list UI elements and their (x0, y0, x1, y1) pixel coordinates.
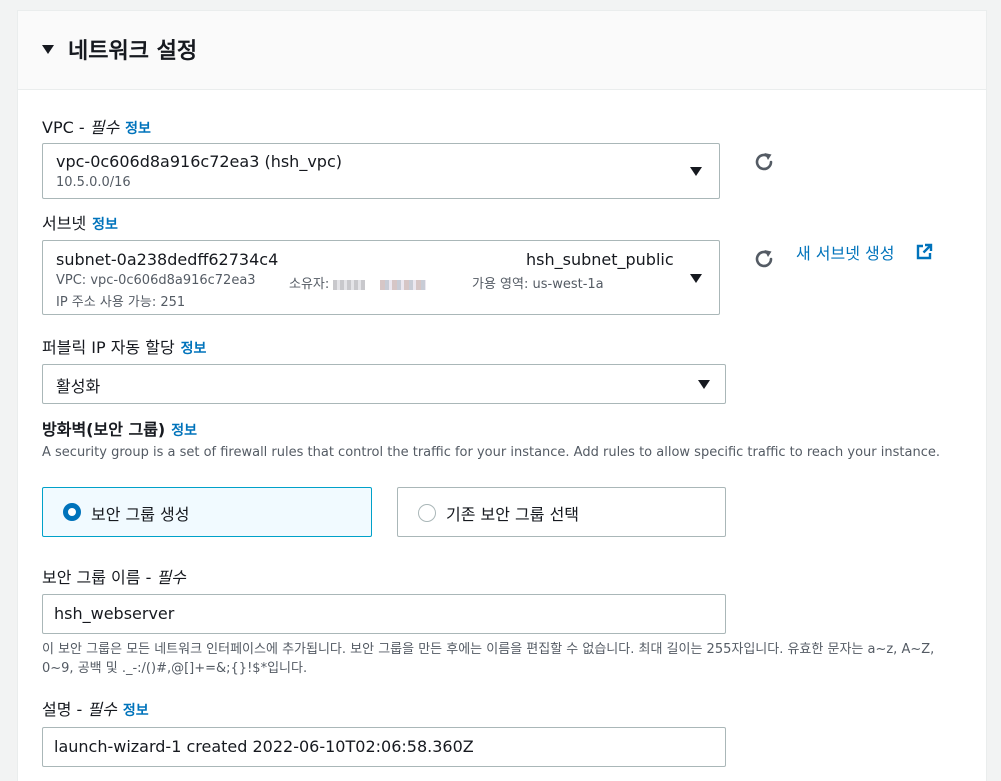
create-subnet-label: 새 서브넷 생성 (796, 244, 895, 263)
sg-name-input[interactable]: hsh_webserver (42, 594, 726, 634)
subnet-info-link[interactable]: 정보 (92, 217, 118, 233)
caret-down-icon (698, 380, 710, 389)
description-info-link[interactable]: 정보 (123, 703, 149, 719)
sg-name-label: 보안 그룹 이름 (42, 568, 141, 587)
radio-unselected-icon[interactable] (418, 504, 436, 522)
create-sg-label: 보안 그룹 생성 (91, 505, 190, 524)
vpc-cidr: 10.5.0.0/16 (56, 175, 131, 190)
public-ip-label-row: 퍼블릭 IP 자동 할당 정보 (42, 334, 206, 358)
vpc-selected: vpc-0c606d8a916c72ea3 (hsh_vpc) (56, 152, 342, 171)
sg-name-label-row: 보안 그룹 이름 - 필수 (42, 568, 186, 587)
public-ip-selected: 활성화 (56, 377, 101, 396)
firewall-label-row: 방화벽(보안 그룹) 정보 (42, 416, 197, 440)
subnet-id: subnet-0a238dedff62734c4 (56, 250, 279, 269)
vpc-required: 필수 (89, 118, 120, 137)
subnet-owner: 소유자: (289, 273, 426, 292)
external-link-icon (916, 243, 933, 260)
subnet-select[interactable]: subnet-0a238dedff62734c4 hsh_subnet_publ… (42, 240, 720, 315)
section-header[interactable]: 네트워크 설정 (18, 11, 986, 90)
vpc-label: VPC (42, 118, 74, 137)
subnet-ip-count: IP 주소 사용 가능: 251 (56, 295, 186, 310)
create-sg-option[interactable]: 보안 그룹 생성 (42, 487, 372, 537)
public-ip-info-link[interactable]: 정보 (181, 341, 207, 357)
refresh-icon[interactable] (752, 247, 776, 271)
description-required: 필수 (87, 700, 117, 719)
caret-down-icon (690, 274, 702, 283)
existing-sg-label: 기존 보안 그룹 선택 (446, 505, 580, 524)
firewall-description: A security group is a set of firewall ru… (42, 445, 940, 460)
subnet-name: hsh_subnet_public (526, 250, 674, 269)
description-label-row: 설명 - 필수 정보 (42, 700, 149, 719)
public-ip-label: 퍼블릭 IP 자동 할당 (42, 338, 175, 357)
subnet-owner-label: 소유자: (289, 277, 330, 292)
existing-sg-option[interactable]: 기존 보안 그룹 선택 (397, 487, 726, 537)
description-input[interactable]: launch-wizard-1 created 2022-06-10T02:06… (42, 727, 726, 767)
sg-name-help: 이 보안 그룹은 모든 네트워크 인터페이스에 추가됩니다. 보안 그룹을 만든… (42, 642, 935, 676)
redacted-owner-block (333, 279, 366, 290)
caret-down-icon (690, 167, 702, 176)
subnet-label-row: 서브넷 정보 (42, 210, 118, 234)
vpc-label-row: VPC - 필수 정보 (42, 118, 151, 137)
vpc-select[interactable]: vpc-0c606d8a916c72ea3 (hsh_vpc) 10.5.0.0… (42, 143, 720, 199)
vpc-info-link[interactable]: 정보 (125, 121, 151, 137)
subnet-label: 서브넷 (42, 214, 87, 233)
subnet-vpc-line: VPC: vpc-0c606d8a916c72ea3 (56, 273, 256, 288)
section-title: 네트워크 설정 (68, 39, 198, 64)
description-label: 설명 (42, 700, 72, 719)
public-ip-select[interactable]: 활성화 (42, 364, 726, 404)
subnet-az: 가용 영역: us-west-1a (472, 277, 604, 292)
redacted-owner-block (379, 279, 426, 290)
refresh-icon[interactable] (752, 150, 776, 174)
firewall-label: 방화벽(보안 그룹) (42, 420, 166, 439)
sg-name-required: 필수 (156, 568, 186, 587)
radio-selected-icon[interactable] (63, 503, 81, 521)
create-subnet-link[interactable]: 새 서브넷 생성 (796, 240, 933, 264)
firewall-info-link[interactable]: 정보 (171, 423, 197, 439)
caret-down-icon[interactable] (42, 45, 54, 54)
